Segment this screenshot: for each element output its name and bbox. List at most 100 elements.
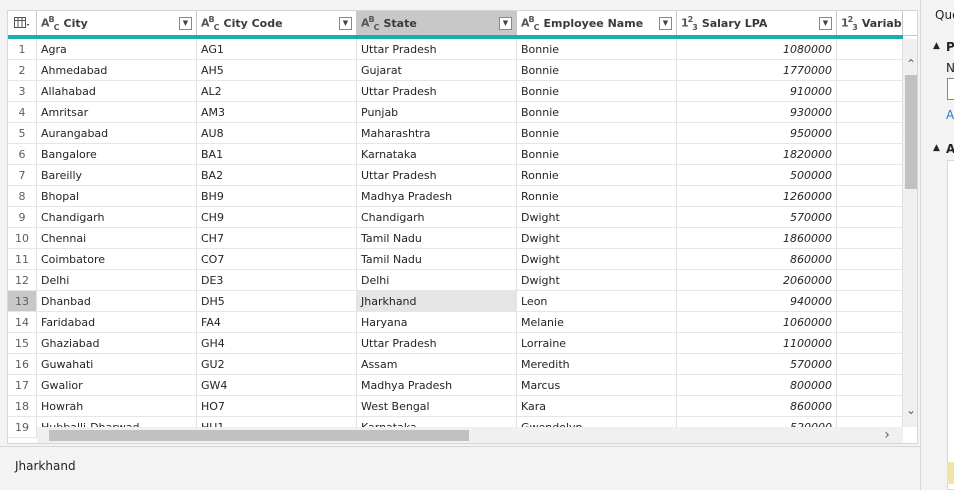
cell-city[interactable]: Howrah	[37, 396, 197, 416]
filter-dropdown-icon[interactable]: ▼	[499, 16, 512, 30]
cell-code[interactable]: AH5	[197, 60, 357, 80]
column-header-variable[interactable]: 123Variable	[837, 11, 903, 35]
column-header-city-code[interactable]: ABC City Code ▼	[197, 11, 357, 35]
cell-emp[interactable]: Bonnie	[517, 144, 677, 164]
cell-variable[interactable]	[837, 102, 903, 122]
row-number[interactable]: 1	[8, 39, 37, 59]
scroll-right-icon[interactable]: ›	[879, 427, 895, 443]
cell-state[interactable]: Jharkhand	[357, 291, 517, 311]
cell-variable[interactable]	[837, 396, 903, 416]
table-row[interactable]: 10 Chennai CH7 Tamil Nadu Dwight 1860000	[8, 228, 903, 249]
cell-sal[interactable]: 1100000	[677, 333, 837, 353]
cell-state[interactable]: Uttar Pradesh	[357, 39, 517, 59]
table-menu-icon[interactable]	[8, 11, 37, 35]
cell-emp[interactable]: Marcus	[517, 375, 677, 395]
cell-sal[interactable]: 860000	[677, 396, 837, 416]
cell-state[interactable]: Haryana	[357, 312, 517, 332]
cell-state[interactable]: Delhi	[357, 270, 517, 290]
vertical-scrollbar[interactable]: ⌃ ⌄	[903, 39, 917, 427]
cell-code[interactable]: BH9	[197, 186, 357, 206]
cell-state[interactable]: Uttar Pradesh	[357, 333, 517, 353]
cell-state[interactable]: Madhya Pradesh	[357, 186, 517, 206]
cell-code[interactable]: AU8	[197, 123, 357, 143]
cell-sal[interactable]: 910000	[677, 81, 837, 101]
cell-code[interactable]: AG1	[197, 39, 357, 59]
cell-emp[interactable]: Kara	[517, 396, 677, 416]
cell-emp[interactable]: Meredith	[517, 354, 677, 374]
cell-code[interactable]: BA1	[197, 144, 357, 164]
column-header-employee-name[interactable]: ABC Employee Name ▼	[517, 11, 677, 35]
cell-code[interactable]: CH9	[197, 207, 357, 227]
cell-state[interactable]: Chandigarh	[357, 207, 517, 227]
query-name-input[interactable]	[947, 78, 954, 100]
table-row[interactable]: 8 Bhopal BH9 Madhya Pradesh Ronnie 1260000	[8, 186, 903, 207]
table-row[interactable]: 14 Faridabad FA4 Haryana Melanie 1060000	[8, 312, 903, 333]
cell-sal[interactable]: 1770000	[677, 60, 837, 80]
text-type-icon[interactable]: ABC	[521, 15, 539, 32]
cell-sal[interactable]: 860000	[677, 249, 837, 269]
cell-sal[interactable]: 800000	[677, 375, 837, 395]
cell-sal[interactable]: 570000	[677, 207, 837, 227]
cell-state[interactable]: Assam	[357, 354, 517, 374]
cell-variable[interactable]	[837, 123, 903, 143]
cell-city[interactable]: Ghaziabad	[37, 333, 197, 353]
table-row[interactable]: 6 Bangalore BA1 Karnataka Bonnie 1820000	[8, 144, 903, 165]
cell-variable[interactable]	[837, 270, 903, 290]
row-number[interactable]: 18	[8, 396, 37, 416]
cell-city[interactable]: Dhanbad	[37, 291, 197, 311]
cell-emp[interactable]: Dwight	[517, 270, 677, 290]
cell-variable[interactable]	[837, 228, 903, 248]
cell-sal[interactable]: 1060000	[677, 312, 837, 332]
row-number[interactable]: 14	[8, 312, 37, 332]
cell-state[interactable]: Karnataka	[357, 144, 517, 164]
row-number[interactable]: 3	[8, 81, 37, 101]
cell-city[interactable]: Bhopal	[37, 186, 197, 206]
cell-city[interactable]: Amritsar	[37, 102, 197, 122]
cell-city[interactable]: Guwahati	[37, 354, 197, 374]
horizontal-scrollbar[interactable]: ‹ ›	[37, 427, 903, 443]
table-row[interactable]: 17 Gwalior GW4 Madhya Pradesh Marcus 800000	[8, 375, 903, 396]
cell-sal[interactable]: 930000	[677, 102, 837, 122]
filter-dropdown-icon[interactable]: ▼	[659, 16, 672, 30]
table-row[interactable]: 4 Amritsar AM3 Punjab Bonnie 930000	[8, 102, 903, 123]
cell-variable[interactable]	[837, 291, 903, 311]
table-row[interactable]: 13 Dhanbad DH5 Jharkhand Leon 940000	[8, 291, 903, 312]
number-type-icon[interactable]: 123	[681, 15, 698, 32]
cell-state[interactable]: Maharashtra	[357, 123, 517, 143]
cell-variable[interactable]	[837, 354, 903, 374]
cell-emp[interactable]: Dwight	[517, 228, 677, 248]
cell-code[interactable]: DE3	[197, 270, 357, 290]
row-number[interactable]: 4	[8, 102, 37, 122]
column-header-salary-lpa[interactable]: 123 Salary LPA ▼	[677, 11, 837, 35]
filter-dropdown-icon[interactable]: ▼	[819, 16, 832, 30]
cell-city[interactable]: Bareilly	[37, 165, 197, 185]
cell-state[interactable]: Madhya Pradesh	[357, 375, 517, 395]
cell-emp[interactable]: Bonnie	[517, 102, 677, 122]
row-number[interactable]: 13	[8, 291, 37, 311]
table-row[interactable]: 3 Allahabad AL2 Uttar Pradesh Bonnie 910000	[8, 81, 903, 102]
cell-code[interactable]: FA4	[197, 312, 357, 332]
cell-code[interactable]: GH4	[197, 333, 357, 353]
row-number[interactable]: 15	[8, 333, 37, 353]
cell-sal[interactable]: 2060000	[677, 270, 837, 290]
cell-sal[interactable]: 940000	[677, 291, 837, 311]
cell-city[interactable]: Chandigarh	[37, 207, 197, 227]
row-number[interactable]: 2	[8, 60, 37, 80]
table-row[interactable]: 16 Guwahati GU2 Assam Meredith 570000	[8, 354, 903, 375]
all-properties-link[interactable]: A	[946, 108, 954, 122]
cell-city[interactable]: Ahmedabad	[37, 60, 197, 80]
scroll-down-icon[interactable]: ⌄	[903, 403, 917, 417]
cell-variable[interactable]	[837, 249, 903, 269]
row-number[interactable]: 7	[8, 165, 37, 185]
row-number[interactable]: 11	[8, 249, 37, 269]
text-type-icon[interactable]: ABC	[361, 15, 379, 32]
cell-city[interactable]: Faridabad	[37, 312, 197, 332]
cell-city[interactable]: Gwalior	[37, 375, 197, 395]
cell-emp[interactable]: Ronnie	[517, 165, 677, 185]
horizontal-scroll-thumb[interactable]	[49, 430, 469, 441]
cell-variable[interactable]	[837, 144, 903, 164]
row-number[interactable]: 12	[8, 270, 37, 290]
cell-code[interactable]: DH5	[197, 291, 357, 311]
applied-steps-collapse-icon[interactable]: ▲	[933, 143, 940, 153]
cell-city[interactable]: Allahabad	[37, 81, 197, 101]
